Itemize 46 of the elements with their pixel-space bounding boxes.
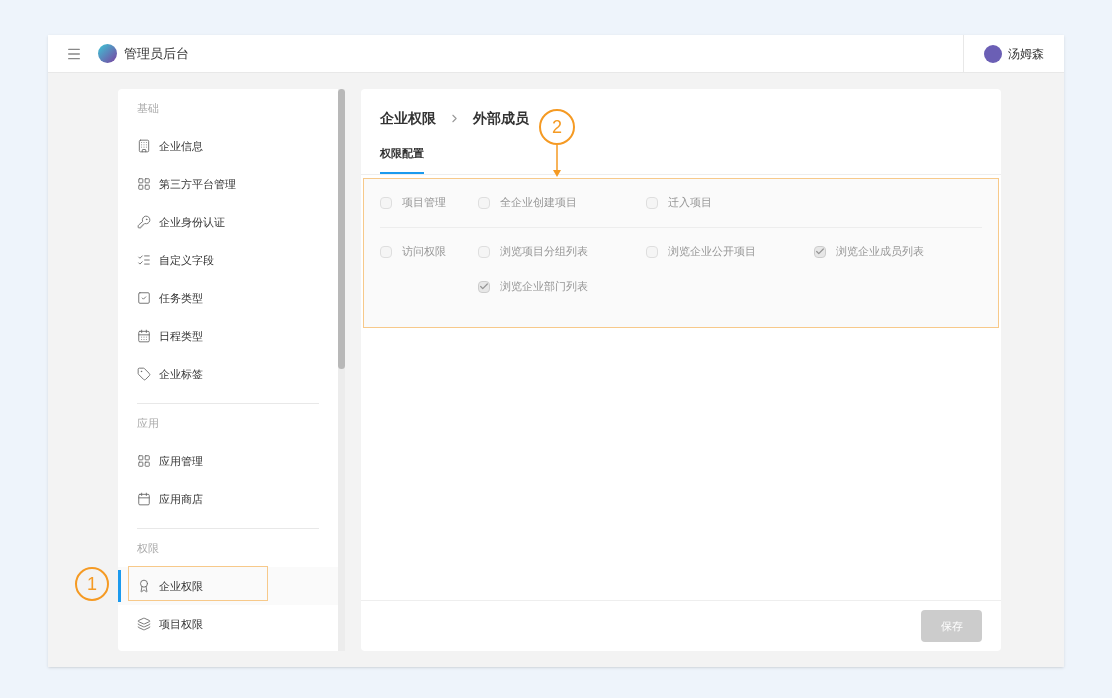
sidebar-item[interactable]: 企业标签: [118, 355, 338, 393]
sidebar-item[interactable]: 应用管理: [118, 442, 338, 480]
grid-icon: [137, 454, 151, 468]
layers-icon: [137, 617, 151, 631]
section-title: 基础: [137, 100, 160, 116]
logo-icon: [98, 44, 117, 63]
sidebar-item[interactable]: 企业权限: [118, 567, 338, 605]
check-icon: [479, 281, 489, 292]
sidebar-item[interactable]: 企业身份认证: [118, 203, 338, 241]
checkbox-label: 全企业创建项目: [500, 195, 577, 211]
sidebar-item[interactable]: 项目权限: [118, 605, 338, 643]
step-marker: 1: [75, 567, 109, 601]
calendar-icon: [137, 329, 151, 343]
sidebar-item[interactable]: 企业信息: [118, 127, 338, 165]
arrow: [552, 145, 562, 177]
breadcrumb-item: 外部成员: [473, 108, 529, 128]
app-title: 管理员后台: [124, 44, 189, 63]
checkbox-label: 浏览项目分组列表: [500, 244, 588, 260]
active-indicator: [118, 570, 121, 602]
sidebar-item[interactable]: 日程类型: [118, 317, 338, 355]
sidebar-item[interactable]: 第三方平台管理: [118, 165, 338, 203]
checkbox-label: 浏览企业公开项目: [668, 244, 756, 260]
checkbox-label: 浏览企业成员列表: [836, 244, 924, 260]
checkbox-icon: [137, 291, 151, 305]
checkbox-label: 访问权限: [402, 244, 446, 260]
checkbox-label: 迁入项目: [668, 195, 712, 211]
step-marker: 2: [539, 109, 575, 145]
breadcrumb-item[interactable]: 企业权限: [380, 107, 436, 129]
user-name: 汤姆森: [1008, 45, 1044, 63]
key-icon: [137, 215, 151, 229]
list-icon: [137, 253, 151, 267]
checkbox-label: 浏览企业部门列表: [500, 279, 588, 295]
grid-icon: [137, 177, 151, 191]
checkbox-label: 项目管理: [402, 195, 446, 211]
sidebar-item[interactable]: 任务类型: [118, 279, 338, 317]
sidebar-item[interactable]: 自定义字段: [118, 241, 338, 279]
section-title: 应用: [137, 415, 160, 431]
avatar[interactable]: [984, 44, 1002, 63]
calendar-icon: [137, 492, 151, 506]
tag-icon: [137, 367, 151, 381]
sidebar-item[interactable]: 应用商店: [118, 480, 338, 518]
badge-icon: [137, 579, 151, 593]
tab[interactable]: 权限配置: [380, 139, 424, 174]
section-title: 权限: [137, 540, 160, 556]
building-icon: [137, 139, 151, 153]
check-icon: [815, 246, 825, 257]
